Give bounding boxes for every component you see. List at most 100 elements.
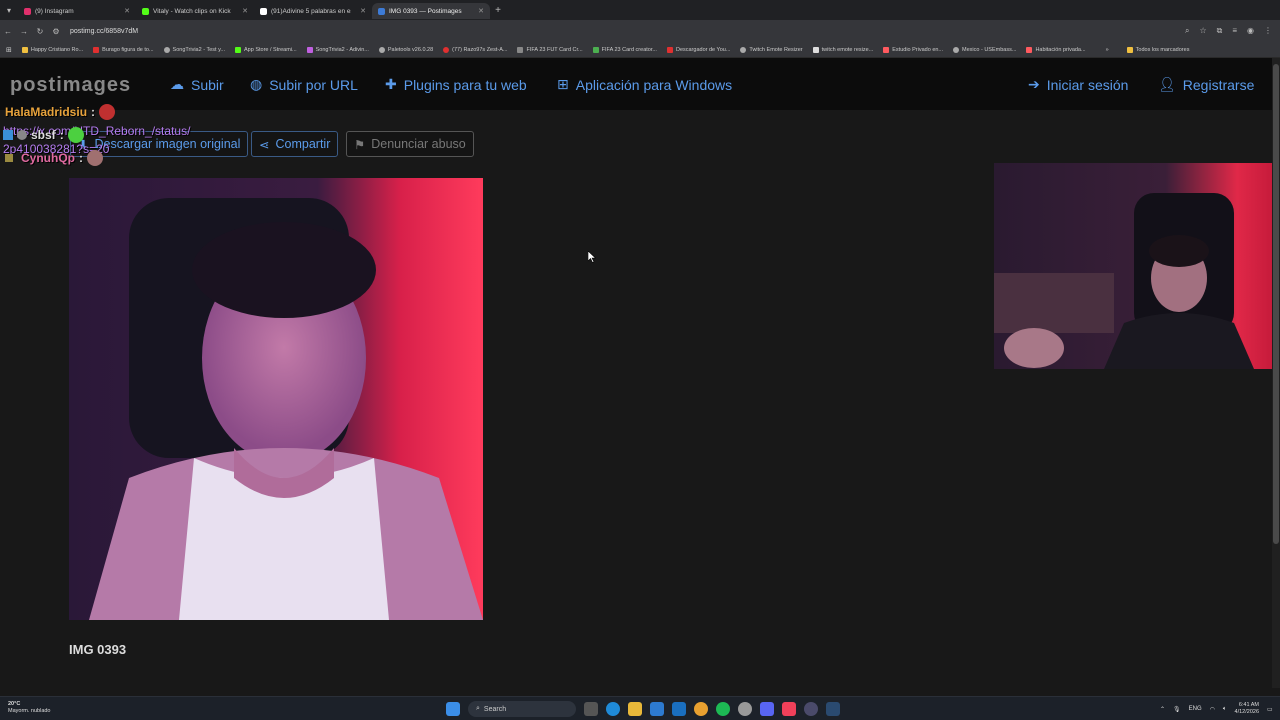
store-icon[interactable]: [650, 702, 664, 716]
bookmark[interactable]: SongTrivia2 - Adivin...: [306, 46, 369, 53]
emote-icon: [99, 104, 116, 120]
login-link[interactable]: ➔ Iniciar sesión: [1028, 76, 1128, 93]
close-icon[interactable]: ✕: [124, 7, 130, 15]
windows-icon: ⊞: [557, 76, 569, 92]
taskbar-search[interactable]: ⌕ Search: [468, 701, 576, 717]
share-button[interactable]: ⋖ Compartir: [251, 131, 339, 157]
webcam-overlay: [994, 163, 1280, 369]
hosted-image[interactable]: [69, 178, 483, 620]
microphone-icon[interactable]: 🎙︎: [1173, 706, 1181, 713]
page-scrollbar[interactable]: [1272, 58, 1280, 688]
bookmark[interactable]: (77) Razo97s Zest-A...: [443, 46, 507, 53]
zoom-icon[interactable]: ⌕: [1185, 26, 1189, 36]
bookmark[interactable]: SongTrivia2 - Test y...: [163, 46, 225, 53]
register-link[interactable]: 👤︎ Registrarse: [1158, 76, 1254, 93]
globe-icon: [378, 46, 385, 53]
browser-tab[interactable]: Vitaly - Watch clips on Kick ✕: [136, 3, 254, 19]
user-icon: 👤︎: [1158, 76, 1176, 92]
share-icon: ⋖: [259, 137, 270, 152]
globe-icon: ◍: [250, 76, 263, 92]
address-bar: ← → ↻ ⚙ postimg.cc/6858v7dM ⌕ ☆ ⧉ ≡ ◉ ⋮: [0, 20, 1280, 42]
emote-icon: [67, 127, 84, 143]
songtrivia-icon: [306, 46, 313, 53]
all-bookmarks[interactable]: Todos los marcadores: [1126, 46, 1189, 53]
close-icon[interactable]: ✕: [478, 7, 484, 15]
task-view-icon[interactable]: [584, 702, 598, 716]
media-icon[interactable]: ≡: [1232, 26, 1237, 36]
new-tab-button[interactable]: +: [490, 5, 506, 16]
bookmark[interactable]: twitch emote resize...: [812, 46, 873, 53]
clock[interactable]: 6:41 AM 4/12/2026: [1235, 702, 1259, 716]
windows-app-link[interactable]: ⊞ Aplicación para Windows: [557, 76, 732, 93]
bookmark[interactable]: Estudio Privado en...: [883, 46, 943, 53]
edge-icon[interactable]: [606, 702, 620, 716]
bookmark[interactable]: Twitch Emote Resizer: [740, 46, 803, 53]
browser-tab-active[interactable]: IMG 0393 — Postimages ✕: [372, 3, 490, 19]
chevron-up-icon[interactable]: ⌃: [1160, 706, 1165, 713]
airbnb-icon: [883, 46, 890, 53]
bookmarks-bar: ⊞ Happy Cristiano Ro... Burago figura de…: [0, 42, 1280, 58]
bookmark[interactable]: Burago figura de to...: [93, 46, 154, 53]
more-bookmarks-icon[interactable]: »: [1106, 47, 1109, 53]
reload-icon[interactable]: ↻: [32, 27, 48, 36]
browser-tab[interactable]: (91)Adivine 5 palabras en españ... ✕: [254, 3, 372, 19]
windows-start-icon[interactable]: [446, 702, 460, 716]
extensions-icon[interactable]: ⧉: [1217, 26, 1223, 36]
page-content: postimages ☁ Subir ◍ Subir por URL ✚ Plu…: [0, 58, 1280, 688]
tab-list-icon[interactable]: ▾: [0, 6, 18, 15]
bookmark[interactable]: Descargador de You...: [666, 46, 730, 53]
chat-message: HalaMadridsiu :: [5, 104, 116, 120]
music-icon[interactable]: [782, 702, 796, 716]
url-field[interactable]: postimg.cc/6858v7dM: [70, 28, 138, 35]
mail-icon[interactable]: [672, 702, 686, 716]
scrollbar-thumb[interactable]: [1273, 64, 1279, 544]
notification-icon[interactable]: ▭: [1267, 706, 1273, 713]
download-icon: [666, 46, 673, 53]
wifi-icon[interactable]: ◠: [1210, 706, 1215, 713]
apps-icon[interactable]: ⊞: [6, 46, 12, 54]
bookmark[interactable]: Habitación privada...: [1026, 46, 1086, 53]
steam-icon[interactable]: [826, 702, 840, 716]
badge-icon: [5, 154, 13, 162]
xbox-icon[interactable]: [738, 702, 752, 716]
upload-link[interactable]: ☁ Subir: [170, 76, 224, 93]
plugins-link[interactable]: ✚ Plugins para tu web: [385, 76, 527, 93]
bookmark[interactable]: Paletools v26.0.28: [378, 46, 433, 53]
weather-widget[interactable]: 20°C Mayorm. nublado: [8, 701, 51, 715]
bookmark[interactable]: Mexico - USEmbass...: [953, 46, 1016, 53]
star-icon[interactable]: ☆: [1199, 26, 1206, 36]
spotify-icon[interactable]: [716, 702, 730, 716]
flag-icon: ⚑: [354, 137, 366, 152]
close-icon[interactable]: ✕: [360, 7, 366, 15]
language-indicator[interactable]: ENG: [1189, 706, 1202, 712]
bookmark[interactable]: Happy Cristiano Ro...: [21, 46, 83, 53]
file-explorer-icon[interactable]: [628, 702, 642, 716]
chrome-icon[interactable]: [694, 702, 708, 716]
close-icon[interactable]: ✕: [242, 7, 248, 15]
app-icon[interactable]: [804, 702, 818, 716]
bookmark[interactable]: App Store / Streami...: [235, 46, 297, 53]
site-logo[interactable]: postimages: [10, 74, 131, 97]
postimages-icon: [378, 7, 385, 15]
report-abuse-button[interactable]: ⚑ Denunciar abuso: [346, 131, 474, 157]
site-info-icon[interactable]: ⚙: [48, 27, 64, 36]
chat-message: sbsf :: [3, 127, 84, 143]
mouse-cursor: [588, 251, 596, 263]
fifa-icon: [517, 46, 524, 53]
puzzle-icon: ✚: [385, 76, 397, 92]
tab-title: (91)Adivine 5 palabras en españ...: [271, 7, 351, 15]
webcam-feed: [994, 163, 1280, 369]
tiktok-icon: [260, 7, 267, 15]
youtube-icon: [93, 46, 100, 53]
bookmark[interactable]: FIFA 23 FUT Card Cr...: [517, 46, 583, 53]
menu-icon[interactable]: ⋮: [1264, 26, 1272, 36]
kick-icon: [235, 46, 242, 53]
speaker-icon[interactable]: 🔈︎: [1223, 706, 1227, 713]
forward-icon[interactable]: →: [16, 27, 32, 36]
upload-url-link[interactable]: ◍ Subir por URL: [250, 76, 358, 93]
browser-tab[interactable]: (9) Instagram ✕: [18, 3, 136, 19]
profile-icon[interactable]: ◉: [1247, 26, 1254, 36]
discord-icon[interactable]: [760, 702, 774, 716]
back-icon[interactable]: ←: [0, 27, 16, 36]
bookmark[interactable]: FIFA 23 Card creator...: [592, 46, 657, 53]
